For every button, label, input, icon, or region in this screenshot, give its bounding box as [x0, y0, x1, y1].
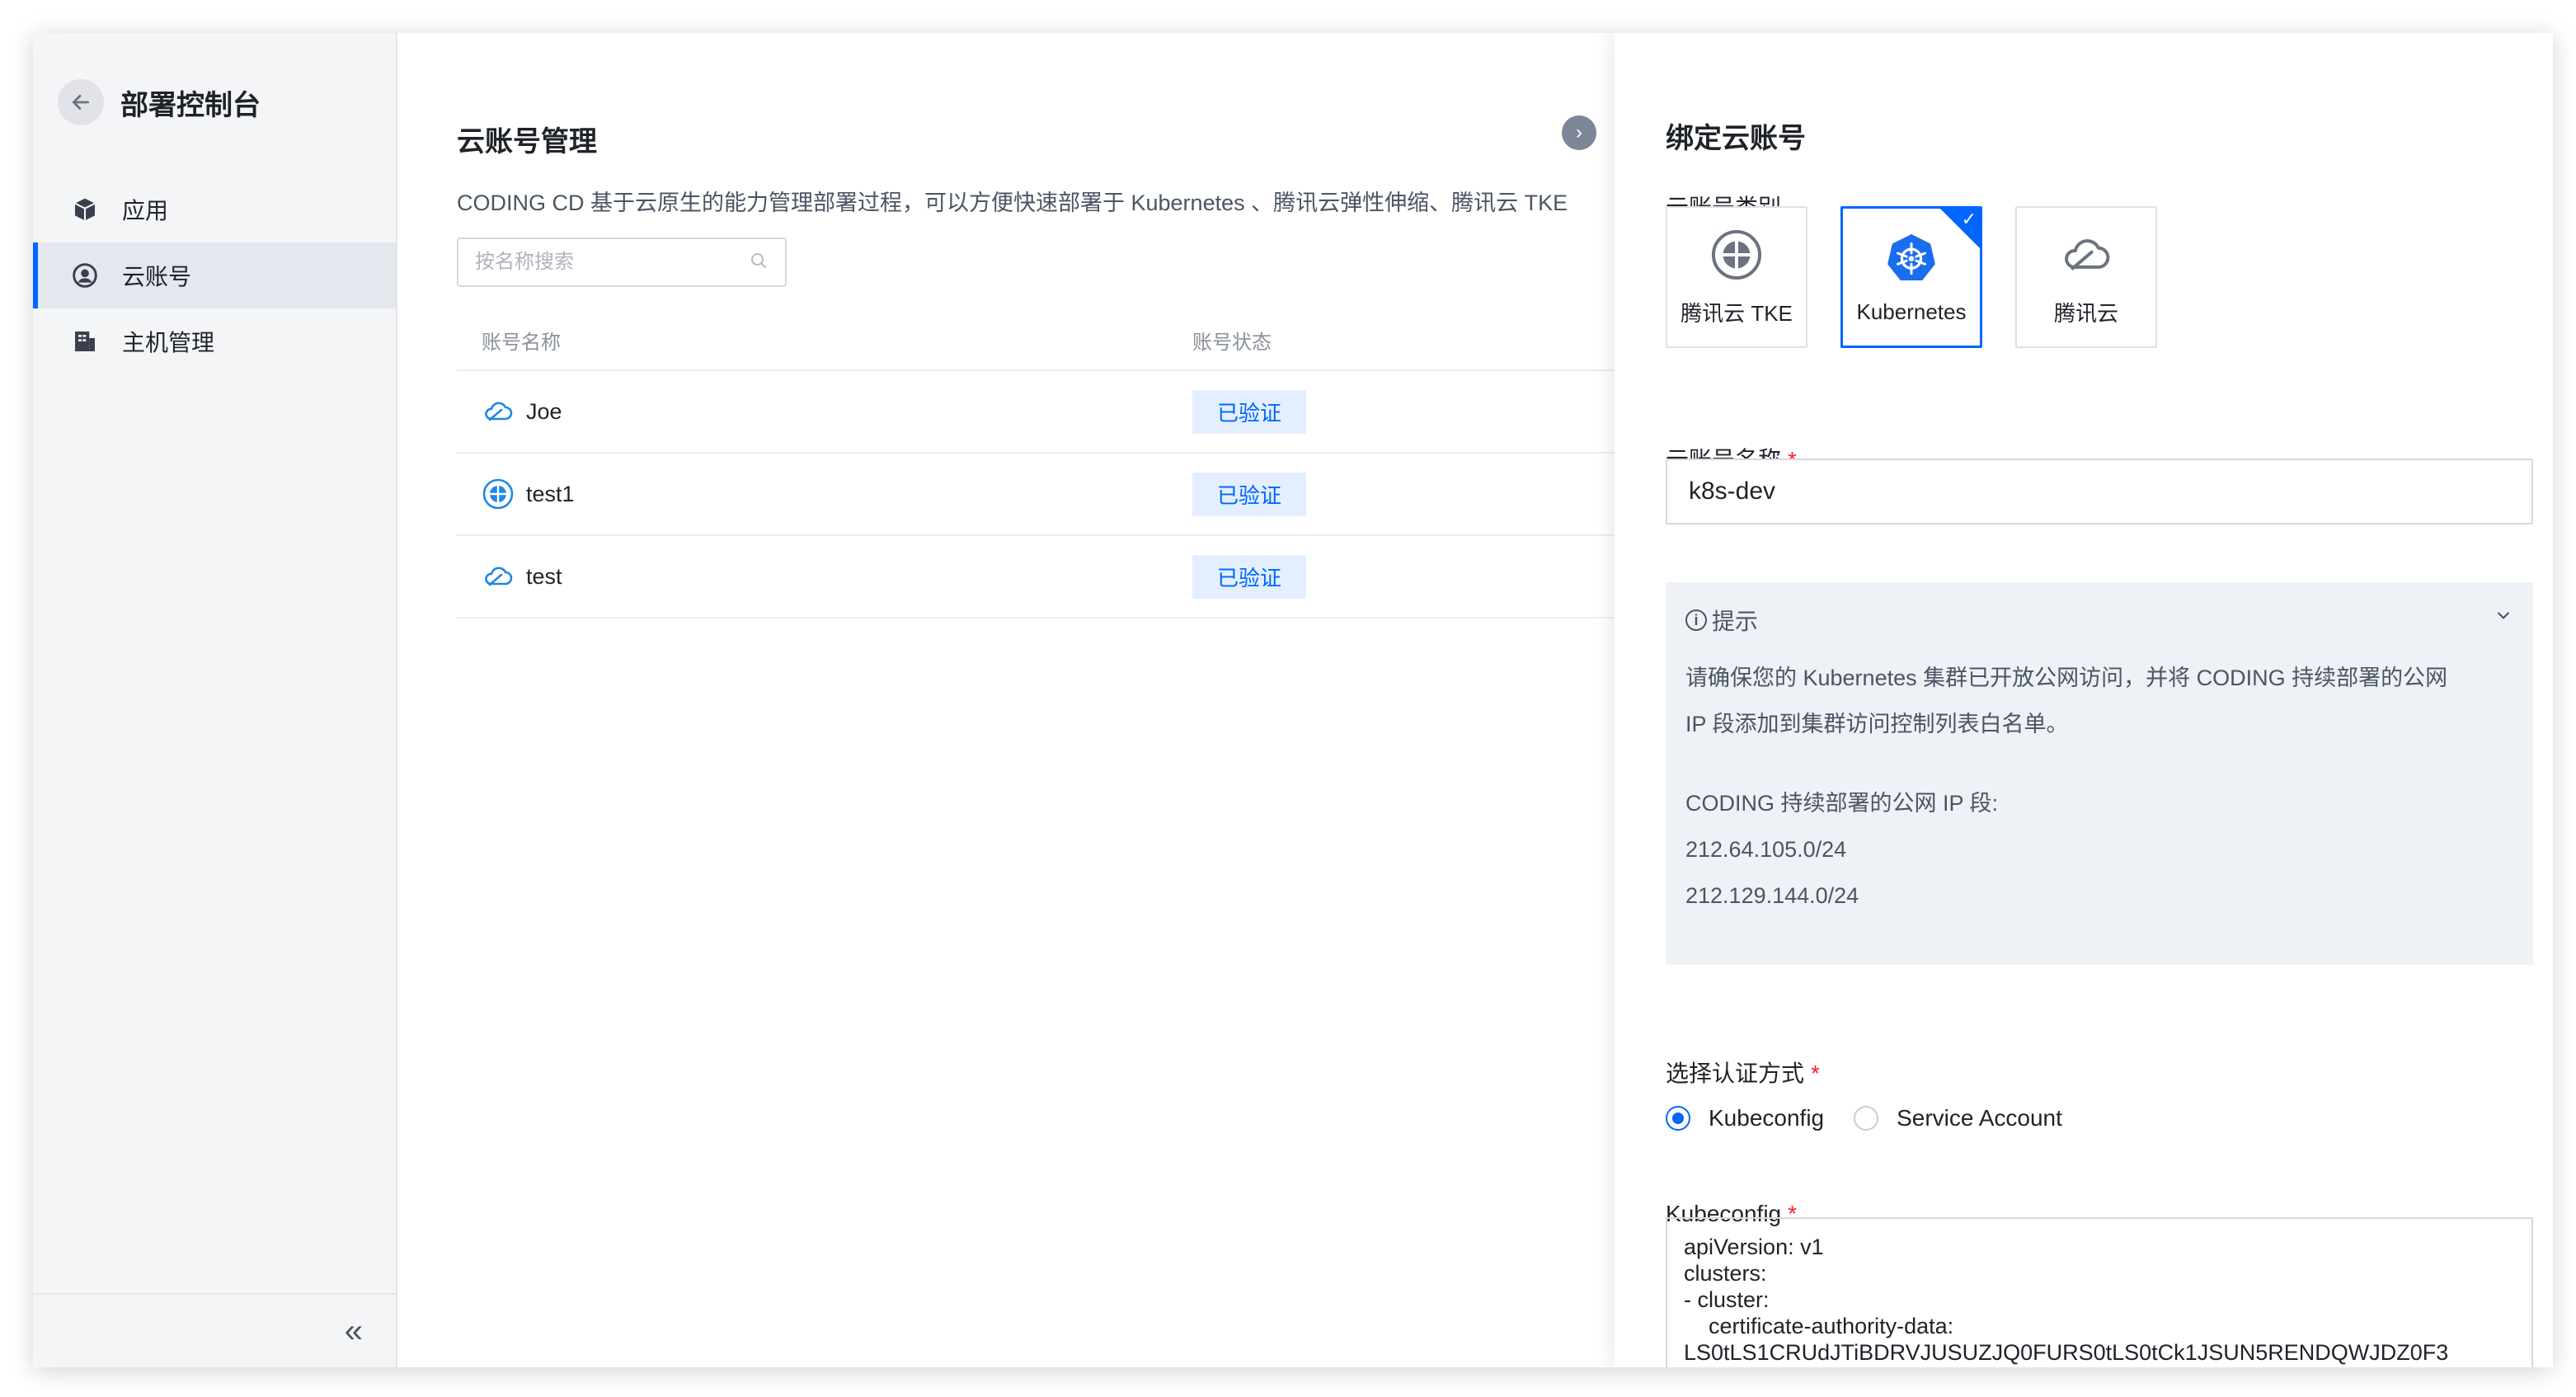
sidebar-title: 部署控制台: [120, 89, 261, 121]
status-badge: 已验证: [1192, 389, 1307, 434]
check-icon: ✓: [1961, 209, 1977, 229]
account-name: test: [526, 563, 562, 589]
drawer-title: 绑定云账号: [1666, 123, 1806, 154]
radio-checked-icon[interactable]: [1666, 1106, 1690, 1131]
sidebar-item-cloud-accounts[interactable]: 云账号: [33, 242, 396, 308]
bind-account-drawer: 绑定云账号 云账号类别 腾讯云 TKE ✓ Kubernetes: [1615, 33, 2553, 1367]
double-chevron-left-icon[interactable]: «: [345, 1313, 363, 1350]
tip-ip-range: 212.64.105.0/24: [1685, 837, 1847, 862]
cube-icon: [71, 195, 99, 223]
status-badge: 已验证: [1192, 472, 1307, 516]
table-row[interactable]: Joe 已验证: [457, 371, 1694, 454]
cloud-icon: [482, 560, 515, 593]
sidebar: 部署控制台 应用 云账号 主机管理 «: [33, 33, 397, 1367]
account-name-input[interactable]: [1666, 459, 2533, 524]
auth-method-radio-group: Kubeconfig Service Account: [1666, 1105, 2092, 1131]
type-option-label: Kubernetes: [1856, 299, 1967, 324]
radio-label: Service Account: [1897, 1105, 2062, 1131]
column-header-name: 账号名称: [482, 331, 561, 354]
accounts-table: 账号名称 账号状态 Joe 已验证 test1 已验证 test 已验证: [457, 310, 1694, 619]
cloud-icon: [2059, 228, 2113, 282]
page-title: 云账号管理: [457, 126, 597, 158]
tip-body: 请确保您的 Kubernetes 集群已开放公网访问，并将 CODING 持续部…: [1685, 655, 2513, 919]
tip-title: 提示: [1712, 609, 1759, 634]
required-mark: *: [1811, 1061, 1820, 1086]
status-badge: 已验证: [1192, 554, 1307, 599]
chevron-down-icon[interactable]: [2495, 607, 2512, 628]
sidebar-item-label: 云账号: [122, 264, 192, 289]
account-type-options: 腾讯云 TKE ✓ Kubernetes 腾讯云: [1666, 206, 2157, 348]
auth-method-label: 选择认证方式 *: [1666, 1061, 1820, 1086]
sidebar-item-label: 应用: [122, 198, 169, 223]
tip-ip-range: 212.129.144.0/24: [1685, 883, 1859, 908]
page-description: CODING CD 基于云原生的能力管理部署过程，可以方便快速部署于 Kuber…: [457, 190, 1568, 215]
radio-kubeconfig[interactable]: Kubeconfig: [1666, 1105, 1824, 1131]
search-box: [457, 238, 787, 287]
app-window: 部署控制台 应用 云账号 主机管理 « 云账号管理 CODING CD 基于云原…: [33, 33, 2553, 1367]
server-icon: [71, 327, 99, 355]
sidebar-item-label: 主机管理: [122, 330, 215, 355]
sidebar-nav: 应用 云账号 主机管理: [33, 176, 396, 374]
table-header: 账号名称 账号状态: [457, 310, 1694, 371]
sidebar-footer: «: [33, 1293, 396, 1367]
chevron-right-icon[interactable]: ›: [1562, 115, 1596, 150]
sidebar-item-apps[interactable]: 应用: [33, 176, 396, 242]
account-name: Joe: [526, 398, 562, 424]
search-input[interactable]: [475, 251, 749, 274]
sidebar-header: 部署控制台: [58, 79, 261, 125]
tke-icon: [482, 477, 515, 510]
radio-unchecked-icon[interactable]: [1854, 1106, 1879, 1131]
tip-panel: i 提示 请确保您的 Kubernetes 集群已开放公网访问，并将 CODIN…: [1666, 582, 2533, 965]
type-option-label: 腾讯云: [2053, 300, 2118, 326]
tip-line: IP 段添加到集群访问控制列表白名单。: [1685, 712, 2069, 736]
type-option-kubernetes[interactable]: ✓ Kubernetes: [1840, 206, 1982, 348]
user-circle-icon: [71, 261, 99, 289]
back-arrow-icon[interactable]: [58, 79, 104, 125]
radio-label: Kubeconfig: [1709, 1105, 1825, 1131]
table-row[interactable]: test 已验证: [457, 536, 1694, 619]
radio-service-account[interactable]: Service Account: [1854, 1105, 2062, 1131]
tip-ip-title: CODING 持续部署的公网 IP 段:: [1685, 791, 1999, 816]
kubeconfig-textarea[interactable]: apiVersion: v1 clusters: - cluster: cert…: [1666, 1217, 2533, 1367]
tip-line: 请确保您的 Kubernetes 集群已开放公网访问，并将 CODING 持续部…: [1685, 666, 2448, 690]
info-icon: i: [1685, 609, 1707, 631]
type-option-tke[interactable]: 腾讯云 TKE: [1666, 206, 1807, 348]
kubernetes-icon: [1884, 230, 1939, 285]
table-row[interactable]: test1 已验证: [457, 454, 1694, 536]
cloud-icon: [482, 395, 515, 428]
search-icon[interactable]: [749, 251, 769, 275]
main-content: 云账号管理 CODING CD 基于云原生的能力管理部署过程，可以方便快速部署于…: [397, 33, 1694, 1367]
tke-icon: [1709, 228, 1764, 282]
account-name: test1: [526, 481, 575, 506]
type-option-tencent-cloud[interactable]: 腾讯云: [2015, 206, 2157, 348]
sidebar-item-hosts[interactable]: 主机管理: [33, 308, 396, 374]
type-option-label: 腾讯云 TKE: [1681, 300, 1793, 326]
